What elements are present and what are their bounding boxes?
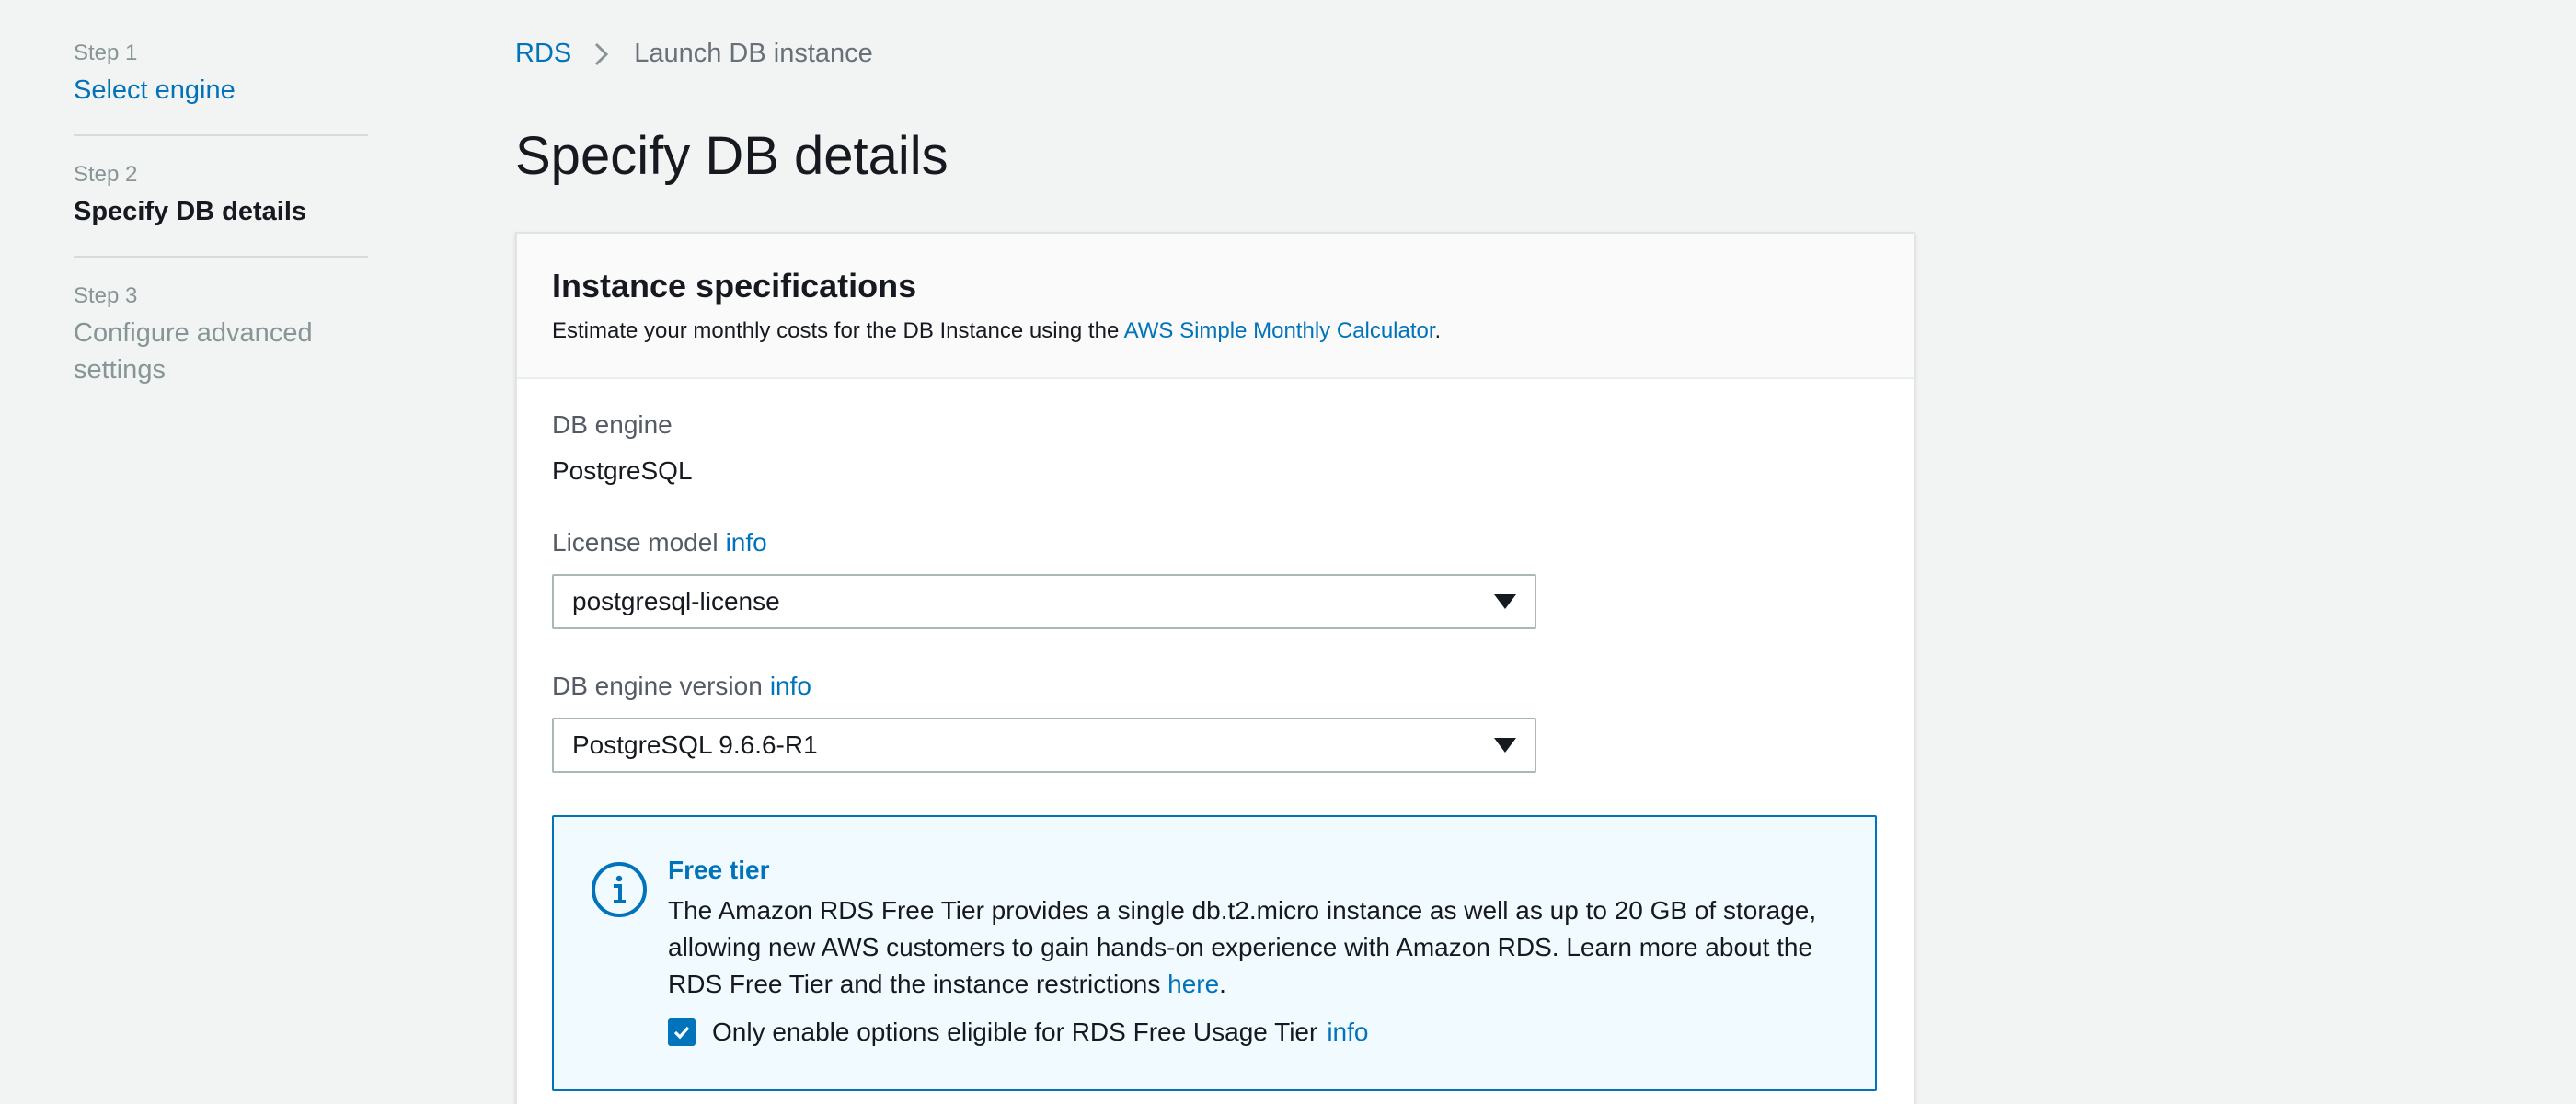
- free-tier-here-link[interactable]: here: [1167, 970, 1219, 998]
- free-tier-alert: Free tier The Amazon RDS Free Tier provi…: [552, 815, 1877, 1091]
- free-tier-checkbox-label[interactable]: Only enable options eligible for RDS Fre…: [712, 1018, 1317, 1047]
- breadcrumb-rds-link[interactable]: RDS: [515, 39, 571, 69]
- calculator-link[interactable]: AWS Simple Monthly Calculator: [1124, 318, 1435, 343]
- free-tier-text-suffix: .: [1219, 970, 1226, 998]
- license-model-label: License model info: [552, 528, 1879, 558]
- step-1: Step 1 Select engine: [74, 40, 368, 136]
- free-tier-text: The Amazon RDS Free Tier provides a sing…: [668, 892, 1838, 1003]
- free-tier-description: The Amazon RDS Free Tier provides a sing…: [668, 896, 1817, 998]
- license-model-selected: postgresql-license: [572, 587, 780, 615]
- chevron-right-icon: [593, 41, 610, 67]
- panel-body: DB engine PostgreSQL License model info p…: [517, 379, 1914, 1091]
- breadcrumb-current: Launch DB instance: [634, 39, 873, 68]
- free-tier-title: Free tier: [668, 856, 770, 884]
- step-number: Step 1: [74, 40, 138, 65]
- caret-down-icon: [1494, 594, 1516, 609]
- panel-header: Instance specifications Estimate your mo…: [517, 234, 1914, 379]
- panel-description-suffix: .: [1434, 318, 1442, 343]
- panel-description: Estimate your monthly costs for the DB I…: [552, 318, 1879, 344]
- free-tier-info-link[interactable]: info: [1327, 1018, 1368, 1047]
- license-model-label-text: License model: [552, 528, 719, 557]
- db-engine-label: DB engine: [552, 410, 673, 439]
- step-3: Step 3 Configure advanced settings: [74, 283, 368, 414]
- caret-down-icon: [1494, 738, 1516, 753]
- license-model-select[interactable]: postgresql-license: [552, 574, 1536, 629]
- panel-title: Instance specifications: [552, 267, 917, 305]
- free-tier-checkbox[interactable]: [668, 1018, 696, 1046]
- instance-specifications-panel: Instance specifications Estimate your mo…: [515, 232, 1915, 1104]
- info-circle-icon: [591, 861, 648, 918]
- license-model-info-link[interactable]: info: [726, 528, 767, 557]
- free-tier-content: Free tier The Amazon RDS Free Tier provi…: [668, 856, 1838, 1047]
- breadcrumb: RDS Launch DB instance: [515, 39, 873, 69]
- check-icon: [673, 1026, 690, 1040]
- step-2: Step 2 Specify DB details: [74, 162, 368, 258]
- step-label-configure-advanced: Configure advanced settings: [74, 318, 313, 385]
- engine-version-label: DB engine version info: [552, 672, 1879, 701]
- step-current-label: Specify DB details: [74, 197, 307, 226]
- step-number: Step 2: [74, 162, 138, 187]
- step-link-select-engine[interactable]: Select engine: [74, 72, 368, 109]
- db-engine-value: PostgreSQL: [552, 456, 693, 485]
- engine-version-selected: PostgreSQL 9.6.6-R1: [572, 730, 818, 759]
- wizard-steps: Step 1 Select engine Step 2 Specify DB d…: [74, 40, 368, 440]
- engine-version-label-text: DB engine version: [552, 672, 763, 700]
- free-tier-checkbox-row: Only enable options eligible for RDS Fre…: [668, 1018, 1838, 1047]
- step-number: Step 3: [74, 283, 138, 308]
- engine-version-info-link[interactable]: info: [770, 672, 811, 700]
- panel-description-text: Estimate your monthly costs for the DB I…: [552, 318, 1124, 343]
- page-title: Specify DB details: [515, 126, 949, 186]
- engine-version-select[interactable]: PostgreSQL 9.6.6-R1: [552, 718, 1536, 773]
- page: Step 1 Select engine Step 2 Specify DB d…: [0, 0, 2576, 1104]
